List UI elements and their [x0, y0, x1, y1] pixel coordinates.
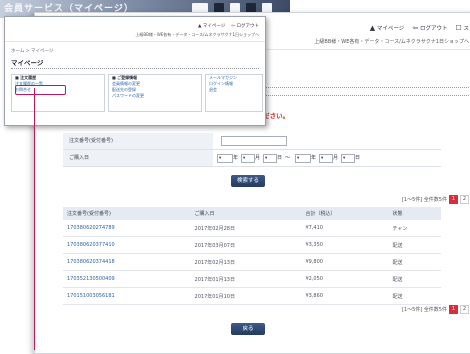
year-to-select[interactable]: ▾	[295, 154, 311, 163]
total-amount: ¥3,860	[301, 287, 389, 305]
search-form: 注文番号(受付番号) ご購入日 ▾ 年 ▾ 月 ▾ 日 ～ ▾ 年 ▾ 月 ▾ …	[63, 133, 441, 167]
order-number-link[interactable]: 170352130500409	[63, 270, 191, 288]
pager-bottom: [1～5件] 全件数5件 1 2	[402, 305, 469, 314]
logout-icon: ⇦	[412, 24, 419, 32]
column-header: 合計（税込）	[301, 207, 389, 220]
person-icon: ▲	[369, 24, 376, 32]
pager-top: [1～5件] 全件数5件 1 2	[402, 195, 469, 204]
purchase-date: 2017年02月13日	[190, 253, 302, 271]
order-number-link[interactable]: 170380620374418	[63, 253, 191, 271]
table-header-row: 注文番号(受付番号) ご購入日 合計（税込） 状態	[63, 207, 441, 220]
breadcrumb[interactable]: ホーム > マイページ	[11, 48, 53, 54]
total-amount: ¥9,800	[301, 253, 389, 271]
back-button[interactable]: 戻る	[231, 323, 265, 335]
order-status: 配送	[388, 253, 441, 271]
password-link[interactable]: パスワードの変更	[112, 93, 144, 99]
divider	[11, 68, 259, 69]
withdraw-link[interactable]: 退会	[209, 87, 237, 93]
column-header: 状態	[388, 207, 441, 220]
field-label: ご購入日	[63, 150, 213, 166]
page-1-link[interactable]: 1	[449, 195, 458, 204]
inset-header: ▲ マイページ ⇦ ログアウト 上級BB様・WE各有・データ・コース/ムネクラサ…	[5, 17, 265, 42]
field-label: 注文番号(受付番号)	[63, 133, 213, 149]
column-header: ご購入日	[190, 207, 302, 220]
purchase-date: 2017年01月10日	[190, 287, 302, 305]
search-button[interactable]: 検索する	[231, 175, 265, 187]
table-row: 170380620274789 2017年02月28日 ¥7,410 チャン	[63, 220, 441, 237]
page-2-link[interactable]: 2	[460, 195, 469, 204]
month-to-select[interactable]: ▾	[319, 154, 333, 163]
order-number-link[interactable]: 170380620377410	[63, 236, 191, 254]
table-row: 170380620377410 2017年03月07日 ¥3,350 配送	[63, 236, 441, 254]
mypage-inset-panel: ▲ マイページ ⇦ ログアウト 上級BB様・WE各有・データ・コース/ムネクラサ…	[4, 16, 266, 126]
account-menu: ■ ご登録情報 会員情報の変更 配送先の登録 パスワードの変更	[112, 75, 144, 99]
order-number-link[interactable]: 170380620274789	[63, 220, 191, 237]
order-status: 配送	[388, 287, 441, 305]
table-row: 170352130500409 2017年01月13日 ¥2,050 配送	[63, 270, 441, 288]
cart-link[interactable]: ☐ ス	[455, 24, 469, 32]
month-from-select[interactable]: ▾	[241, 154, 255, 163]
mypage-link[interactable]: ▲ マイページ	[370, 24, 405, 32]
order-status: 配送	[388, 236, 441, 254]
order-number-link[interactable]: 170151003056181	[63, 287, 191, 305]
callout-pointer-line	[34, 88, 36, 350]
order-status: チャン	[388, 220, 441, 237]
cart-icon: ☐	[455, 24, 462, 32]
logout-link[interactable]: ⇦ ログアウト	[231, 23, 259, 29]
highlight-box	[15, 85, 66, 95]
mypage-link[interactable]: ▲ マイページ	[198, 23, 225, 29]
order-status: 配送	[388, 270, 441, 288]
header-subtext: 上級BB様・WE各有・データ・コース/ムネクラサクナ1日ショップへ	[314, 39, 469, 45]
order-history-table: 注文番号(受付番号) ご購入日 合計（税込） 状態 17038062027478…	[63, 207, 441, 305]
purchase-date: 2017年01月13日	[190, 270, 302, 288]
table-row: 170380620374418 2017年02月13日 ¥9,800 配送	[63, 253, 441, 271]
total-amount: ¥7,410	[301, 220, 389, 237]
logout-link[interactable]: ⇦ ログアウト	[412, 24, 447, 32]
form-row-order-number: 注文番号(受付番号)	[63, 133, 441, 150]
page-title: マイページ	[11, 59, 44, 67]
form-row-purchase-date: ご購入日 ▾ 年 ▾ 月 ▾ 日 ～ ▾ 年 ▾ 月 ▾ 日	[63, 150, 441, 167]
inset-header-subtext: 上級BB様・WE各有・データ・コース/ムネクラサクナ1日ショップへ	[135, 32, 259, 37]
total-amount: ¥2,050	[301, 270, 389, 288]
purchase-date: 2017年03月07日	[190, 236, 302, 254]
table-row: 170151003056181 2017年01月10日 ¥3,860 配送	[63, 287, 441, 305]
purchase-date: 2017年02月28日	[190, 220, 302, 237]
other-menu: メールマガジン ログイン情報 退会	[209, 75, 237, 93]
day-to-select[interactable]: ▾	[341, 154, 355, 163]
order-number-input[interactable]	[221, 136, 287, 146]
page-1-link[interactable]: 1	[449, 305, 458, 314]
header-links: ▲ マイページ ⇦ ログアウト ☐ ス	[370, 24, 469, 32]
year-from-select[interactable]: ▾	[217, 154, 233, 163]
day-from-select[interactable]: ▾	[263, 154, 277, 163]
page-2-link[interactable]: 2	[460, 305, 469, 314]
column-header: 注文番号(受付番号)	[63, 207, 191, 220]
total-amount: ¥3,350	[301, 236, 389, 254]
